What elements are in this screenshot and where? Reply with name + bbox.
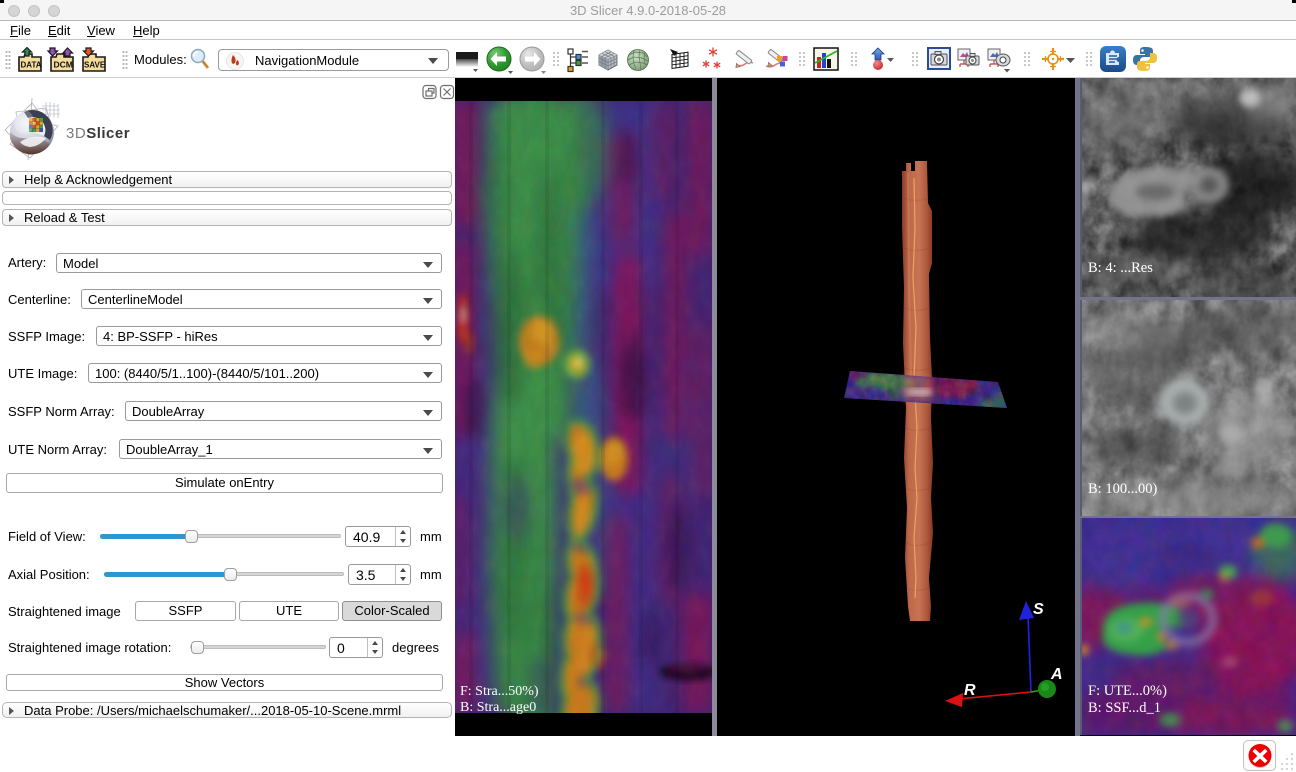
svg-text:B: 4: ...Res: B: 4: ...Res xyxy=(1088,260,1153,276)
svg-text:DATA: DATA xyxy=(21,61,42,70)
svg-text:B: 100...00): B: 100...00) xyxy=(1088,481,1157,497)
svg-text:DCM: DCM xyxy=(54,60,73,70)
svg-text:SAVE: SAVE xyxy=(84,61,106,70)
svg-text:R: R xyxy=(964,682,976,699)
svg-text:S: S xyxy=(1033,601,1044,618)
svg-text:A: A xyxy=(1050,666,1063,683)
svg-text:B: SSF...d_1: B: SSF...d_1 xyxy=(1088,700,1161,716)
svg-text:F: UTE...0%): F: UTE...0%) xyxy=(1088,683,1167,699)
